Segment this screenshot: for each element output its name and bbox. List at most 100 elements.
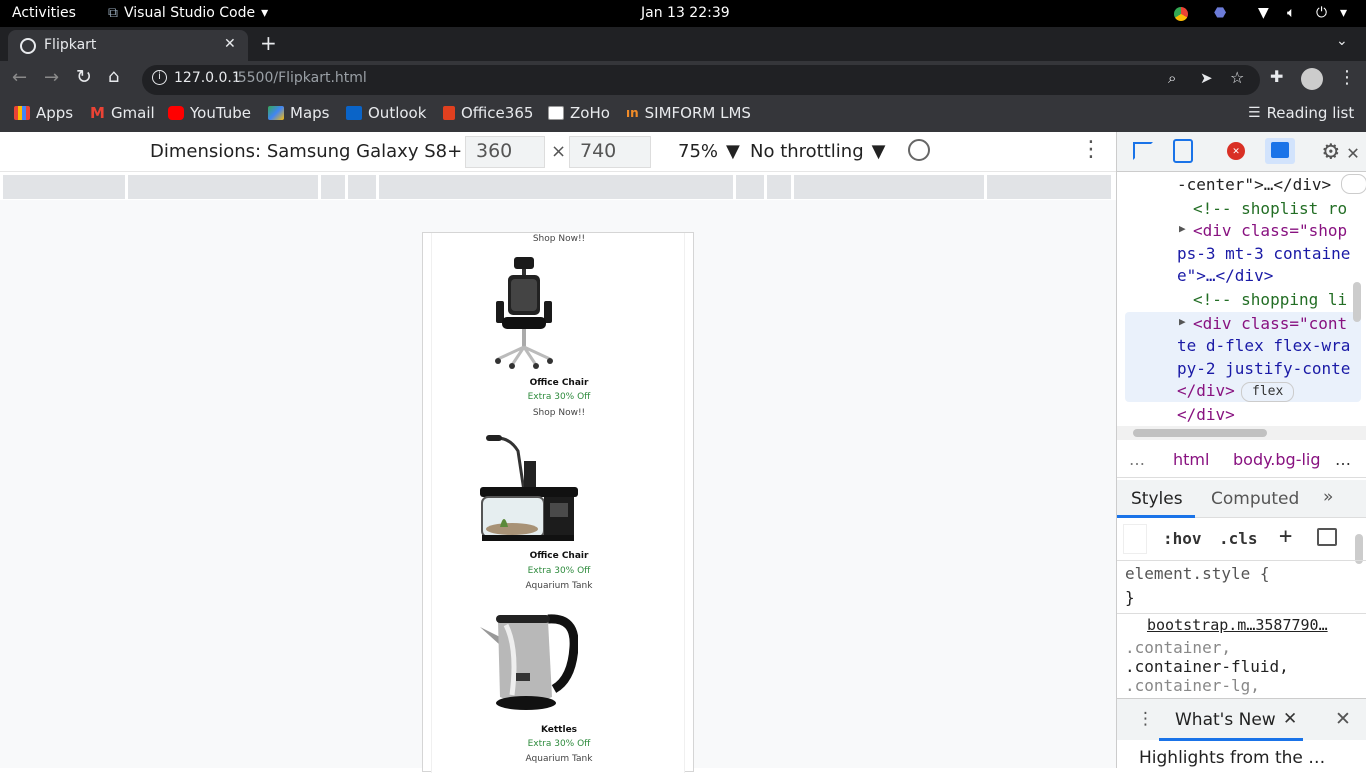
media-query-segment[interactable] [736, 175, 764, 199]
activities-button[interactable]: Activities [12, 5, 76, 21]
close-tab-icon[interactable]: ✕ [1283, 709, 1297, 729]
product-title[interactable]: Office Chair [432, 551, 686, 561]
device-toggle-icon[interactable] [1173, 139, 1193, 163]
teams-icon[interactable]: ⬣ [1214, 5, 1226, 21]
tree-line-selected[interactable]: py-2 justify-conte [1177, 359, 1350, 378]
close-tab-icon[interactable]: ✕ [224, 36, 236, 52]
tree-line[interactable]: ps-3 mt-3 containe [1177, 244, 1350, 263]
bookmark-zoho[interactable]: ZoHo [548, 104, 610, 122]
scroll-thumb[interactable] [1133, 429, 1267, 437]
media-query-segment[interactable] [794, 175, 984, 199]
cls-toggle[interactable]: .cls [1219, 529, 1258, 548]
media-query-segment[interactable] [128, 175, 318, 199]
clock[interactable]: Jan 13 22:39 [641, 5, 730, 21]
tree-line-selected[interactable]: te d-flex flex-wra [1177, 336, 1350, 355]
volume-icon[interactable]: 🔈︎ [1287, 5, 1295, 21]
settings-gear-icon[interactable]: ⚙ [1323, 136, 1339, 166]
tree-line[interactable]: <div class="shop [1193, 221, 1347, 240]
more-options-icon[interactable]: ⋮ [1080, 137, 1102, 162]
bookmark-gmail[interactable]: M Gmail [90, 104, 155, 122]
extensions-icon[interactable]: ✚ [1270, 67, 1283, 86]
tab-search-icon[interactable]: ⌄ [1336, 33, 1348, 49]
expand-arrow-icon[interactable]: ▶ [1179, 222, 1186, 235]
system-menu-chevron-icon[interactable]: ▾ [1340, 5, 1347, 21]
tab-flipkart[interactable]: Flipkart ✕ [8, 30, 248, 61]
app-menu[interactable]: ⧉ Visual Studio Code ▾ [108, 5, 268, 21]
stylesheet-source-link[interactable]: bootstrap.m…3587790… [1147, 616, 1328, 634]
bookmark-apps[interactable]: Apps [14, 104, 73, 122]
tree-line[interactable]: </div> [1177, 405, 1235, 424]
bookmark-maps[interactable]: Maps [268, 104, 329, 122]
home-icon[interactable]: ⌂ [108, 66, 119, 87]
info-icon[interactable]: i [152, 70, 167, 85]
tab-whats-new[interactable]: What's New [1175, 710, 1276, 730]
inspect-element-icon[interactable] [1133, 142, 1153, 160]
flex-badge[interactable]: flex [1241, 382, 1295, 402]
issues-button[interactable] [1265, 138, 1295, 164]
top-caption[interactable]: Shop Now!! [432, 234, 686, 244]
breadcrumb-more[interactable]: … [1129, 450, 1145, 469]
wifi-icon[interactable]: ▼ [1258, 5, 1269, 21]
power-icon[interactable]: ⏻ [1316, 5, 1327, 21]
back-icon[interactable]: ← [12, 67, 27, 88]
close-devtools-icon[interactable]: ✕ [1347, 140, 1359, 164]
drawer-menu-icon[interactable]: ⋮ [1137, 709, 1154, 729]
rotate-icon[interactable] [903, 134, 935, 166]
office-chair-image[interactable] [492, 255, 556, 369]
product-title[interactable]: Kettles [432, 725, 686, 735]
height-input[interactable]: 740 [569, 136, 651, 168]
media-query-segment[interactable] [987, 175, 1111, 199]
zoom-icon[interactable]: ⌕ [1168, 69, 1176, 87]
new-tab-icon[interactable]: + [260, 31, 277, 55]
tab-computed[interactable]: Computed [1211, 489, 1299, 509]
tree-line[interactable]: e">…</div> [1177, 266, 1273, 285]
device-select[interactable]: Dimensions: Samsung Galaxy S8+ ▼ [150, 141, 484, 162]
flex-badge[interactable] [1341, 174, 1366, 194]
bookmark-youtube[interactable]: YouTube [168, 104, 251, 122]
breadcrumb-html[interactable]: html [1173, 450, 1209, 469]
tab-more-chevron[interactable]: » [1323, 487, 1333, 507]
bookmark-simform[interactable]: ın SIMFORM LMS [626, 104, 751, 122]
breadcrumb-more-right[interactable]: … [1335, 450, 1351, 469]
errors-icon[interactable]: ✕ [1227, 142, 1245, 160]
tab-styles[interactable]: Styles [1131, 489, 1183, 509]
tree-line-selected[interactable]: <div class="cont [1193, 314, 1347, 333]
chrome-icon[interactable] [1174, 7, 1188, 21]
expand-arrow-icon[interactable]: ▶ [1179, 315, 1186, 328]
media-query-segment[interactable] [3, 175, 125, 199]
product-caption[interactable]: Aquarium Tank [432, 581, 686, 591]
media-query-segment[interactable] [767, 175, 791, 199]
product-caption[interactable]: Aquarium Tank [432, 754, 686, 764]
menu-kebab-icon[interactable]: ⋮ [1338, 67, 1356, 88]
add-rule-icon[interactable]: + [1279, 524, 1292, 549]
filter-input[interactable] [1123, 524, 1147, 554]
width-input[interactable]: 360 [465, 136, 545, 168]
breadcrumb-body[interactable]: body.bg-lig [1233, 450, 1321, 469]
aquarium-tank-image[interactable] [478, 431, 580, 543]
vertical-scrollbar[interactable] [1353, 282, 1361, 322]
bookmark-office365[interactable]: Office365 [443, 104, 533, 122]
zoom-select[interactable]: 75% ▼ [678, 141, 740, 162]
avatar[interactable] [1301, 68, 1323, 90]
toggle-sidebar-icon[interactable] [1317, 528, 1337, 546]
tree-line[interactable]: -center">…</div> [1177, 175, 1331, 194]
hov-toggle[interactable]: :hov [1163, 529, 1202, 548]
media-query-segment[interactable] [321, 175, 345, 199]
horizontal-scrollbar[interactable] [1117, 426, 1366, 440]
element-style-selector[interactable]: element.style { [1125, 564, 1270, 583]
reading-list[interactable]: ☰ Reading list [1248, 104, 1354, 122]
forward-icon[interactable]: → [44, 67, 59, 88]
star-icon[interactable]: ☆ [1230, 68, 1244, 87]
kettle-image[interactable] [478, 609, 578, 713]
close-drawer-icon[interactable]: ✕ [1335, 708, 1351, 730]
throttle-select[interactable]: No throttling ▼ [750, 141, 885, 162]
reload-icon[interactable]: ↻ [76, 66, 92, 88]
media-query-segment[interactable] [379, 175, 733, 199]
address-bar[interactable]: i 127.0.0.1 :5500/Flipkart.html ⌕ ➤ ☆ [142, 65, 1260, 95]
bookmark-outlook[interactable]: Outlook [346, 104, 426, 122]
product-title[interactable]: Office Chair [432, 378, 686, 388]
send-icon[interactable]: ➤ [1200, 69, 1213, 87]
media-query-segment[interactable] [348, 175, 376, 199]
tree-line[interactable]: </div> [1177, 381, 1235, 400]
product-caption[interactable]: Shop Now!! [432, 408, 686, 418]
